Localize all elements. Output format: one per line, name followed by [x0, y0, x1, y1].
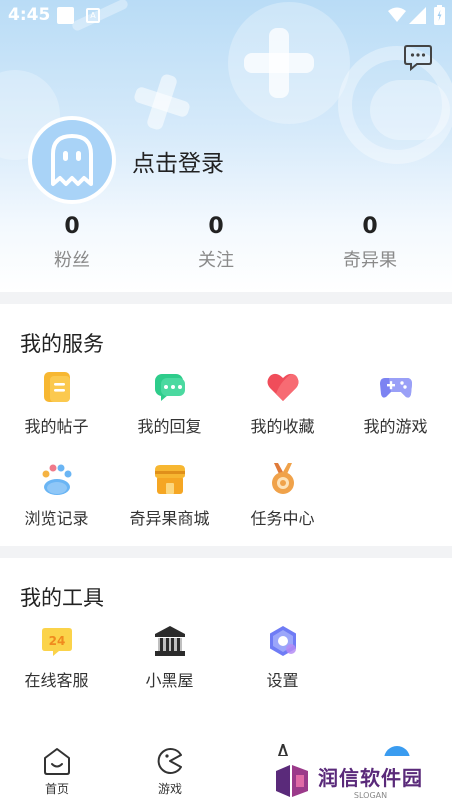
- my-posts-item[interactable]: 我的帖子: [0, 370, 113, 437]
- section-divider: [0, 546, 452, 558]
- services-title: 我的服务: [20, 332, 104, 356]
- kiwi-count: 0: [362, 214, 378, 239]
- section-divider: [0, 292, 452, 304]
- game-icon: [157, 748, 182, 774]
- battery-icon: [434, 5, 445, 25]
- login-link[interactable]: 点击登录: [132, 144, 224, 178]
- my-posts-label: 我的帖子: [24, 417, 89, 436]
- dpad-decoration: [127, 67, 198, 138]
- my-games-item[interactable]: 我的游戏: [339, 370, 452, 437]
- wifi-icon: [388, 7, 406, 22]
- task-center-item[interactable]: 任务中心: [226, 462, 339, 529]
- nav-home-label: 首页: [44, 782, 69, 796]
- customer-service-item[interactable]: 24 在线客服: [0, 624, 113, 691]
- following-label: 关注: [198, 250, 234, 271]
- settings-label: 设置: [266, 671, 299, 690]
- svg-text:24: 24: [48, 634, 65, 648]
- gamepad-decoration: [370, 80, 450, 140]
- watermark-title: 润信软件园: [318, 765, 423, 790]
- settings-item[interactable]: 设置: [226, 624, 339, 691]
- my-replies-item[interactable]: 我的回复: [113, 370, 226, 437]
- history-label: 浏览记录: [24, 509, 89, 528]
- watermark: 润信软件园 SLOGAN: [268, 756, 452, 805]
- my-replies-label: 我的回复: [137, 417, 202, 436]
- kiwi-shop-label: 奇异果商城: [129, 509, 210, 528]
- kiwi-label: 奇异果: [343, 250, 397, 271]
- nav-home[interactable]: 首页: [17, 746, 97, 797]
- watermark-logo: [276, 764, 308, 797]
- heart-icon: [267, 373, 298, 401]
- avatar[interactable]: [28, 116, 116, 204]
- profile-header: 4:45 A 点击登录 0 粉丝 0 关注 0 奇异果: [0, 0, 452, 292]
- kiwi-stat[interactable]: 0 奇异果: [310, 212, 430, 272]
- gamepad-icon: [379, 378, 412, 398]
- kiwi-shop-item[interactable]: 奇异果商城: [113, 462, 226, 529]
- jail-icon: [154, 626, 185, 656]
- customer-service-icon: 24: [41, 628, 72, 656]
- history-item[interactable]: 浏览记录: [0, 462, 113, 529]
- jail-label: 小黑屋: [145, 671, 194, 690]
- followers-stat[interactable]: 0 粉丝: [12, 212, 132, 272]
- my-favorites-label: 我的收藏: [250, 417, 315, 436]
- jail-item[interactable]: 小黑屋: [113, 624, 226, 691]
- my-favorites-item[interactable]: 我的收藏: [226, 370, 339, 437]
- signal-icon: [409, 7, 426, 24]
- chat-bubble-icon: [154, 374, 185, 401]
- watermark-slogan: SLOGAN: [353, 790, 388, 800]
- medal-icon: [271, 463, 294, 494]
- following-count: 0: [208, 214, 224, 239]
- settings-icon: [269, 626, 296, 656]
- nav-games[interactable]: 游戏: [130, 746, 210, 797]
- notification-badge-icon: A: [86, 8, 100, 23]
- status-bar: 4:45 A: [0, 0, 452, 32]
- my-games-label: 我的游戏: [363, 417, 428, 436]
- ghost-icon: [51, 134, 93, 186]
- dpad-decoration: [244, 28, 314, 98]
- tools-title: 我的工具: [20, 586, 104, 610]
- status-time: 4:45: [8, 5, 51, 25]
- stats-row: 0 粉丝 0 关注 0 奇异果: [0, 212, 452, 276]
- paw-icon: [42, 464, 71, 495]
- nav-games-label: 游戏: [157, 782, 182, 796]
- document-icon: [43, 372, 70, 402]
- task-center-label: 任务中心: [250, 509, 315, 528]
- notification-icon: [57, 7, 74, 24]
- followers-label: 粉丝: [54, 250, 90, 271]
- customer-service-label: 在线客服: [24, 671, 89, 690]
- shop-icon: [154, 465, 185, 494]
- home-icon: [44, 748, 70, 775]
- message-icon[interactable]: [403, 43, 433, 73]
- following-stat[interactable]: 0 关注: [156, 212, 276, 272]
- followers-count: 0: [64, 214, 80, 239]
